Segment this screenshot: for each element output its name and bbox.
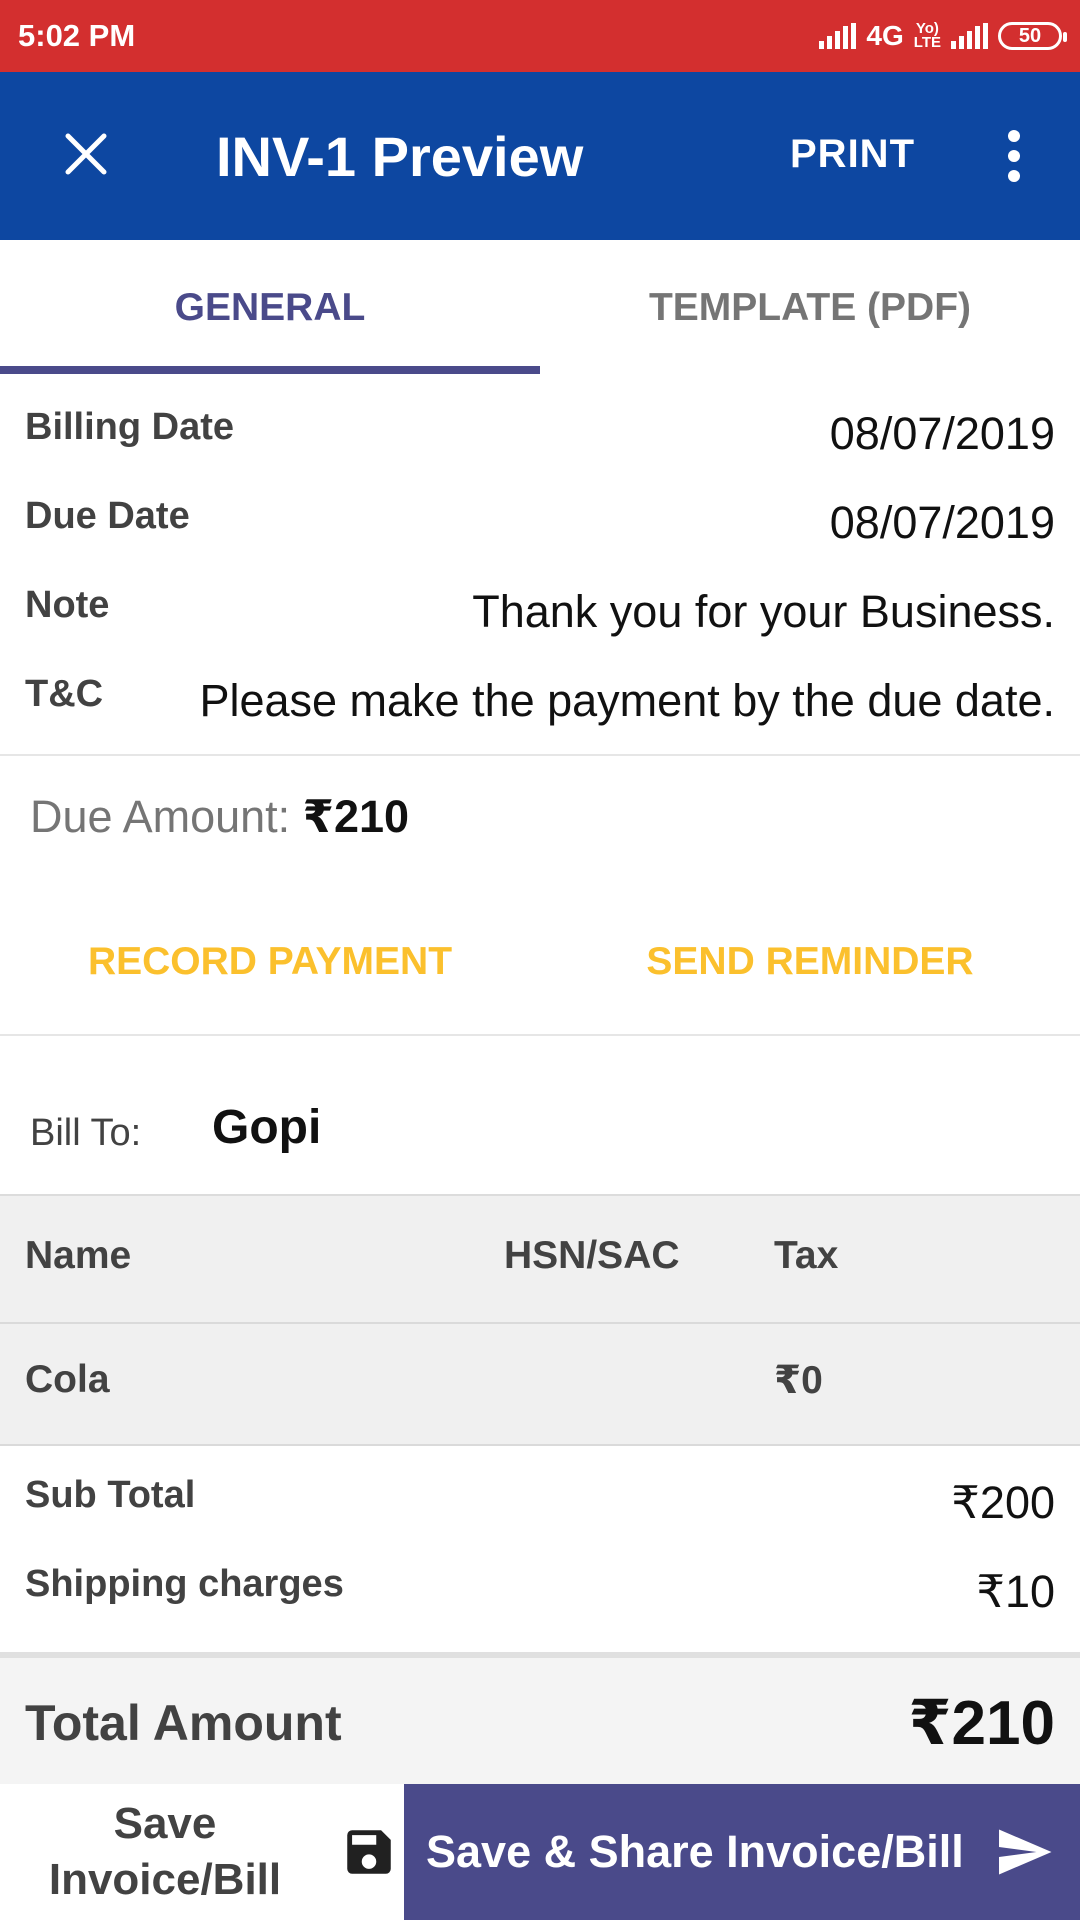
total-amount-label: Total Amount [25,1695,342,1751]
col-header-name: Name [25,1234,132,1277]
col-header-tax: Tax [774,1234,839,1277]
app-bar: INV-1 Preview PRINT [0,72,1080,240]
table-header-row: Name HSN/SAC Tax [0,1196,1080,1318]
divider [0,754,1080,756]
note-label: Note [25,584,110,626]
print-button[interactable]: PRINT [790,132,915,177]
status-time: 5:02 PM [18,18,136,53]
volte-icon: Yo) LTE [913,20,941,51]
status-indicators: 4G Yo) LTE 50 [819,20,1067,52]
save-share-invoice-button[interactable]: Save & Share Invoice/Bill [404,1784,1080,1920]
status-bar: 5:02 PM 4G Yo) LTE 50 [0,0,1080,72]
save-invoice-label: Save Invoice/Bill [48,1799,282,1904]
due-date-value: 08/07/2019 [829,497,1055,548]
save-invoice-button[interactable]: Save Invoice/Bill [0,1784,404,1920]
due-date-row: Due Date 08/07/2019 [0,475,1080,565]
send-reminder-button[interactable]: SEND REMINDER [540,930,1080,994]
close-icon [65,133,107,175]
billing-date-row: Billing Date 08/07/2019 [0,386,1080,476]
floppy-disk-icon [347,1830,391,1874]
subtotal-row: Sub Total ₹200 [0,1454,1080,1544]
signal-icon [819,23,857,49]
table-row[interactable]: Cola ₹0 [0,1320,1080,1442]
close-button[interactable] [50,118,122,190]
note-value: Thank you for your Business. [472,586,1055,637]
due-date-label: Due Date [25,495,190,537]
tc-label: T&C [25,673,104,715]
record-payment-button[interactable]: RECORD PAYMENT [0,930,540,994]
total-amount-bar: Total Amount ₹210 [0,1652,1080,1784]
tab-template-pdf[interactable]: TEMPLATE (PDF) [540,240,1080,376]
shipping-row: Shipping charges ₹10 [0,1543,1080,1633]
battery-level: 50 [1018,24,1042,47]
col-header-hsn: HSN/SAC [504,1234,680,1277]
save-share-label: Save & Share Invoice/Bill [426,1826,964,1877]
page-title: INV-1 Preview [216,125,584,188]
billing-date-label: Billing Date [25,406,235,448]
tab-indicator [0,366,540,374]
signal-icon-2 [951,23,988,49]
divider [0,1444,1080,1446]
due-amount-label: Due Amount: [30,791,291,842]
network-type: 4G [866,20,904,51]
tc-row: T&C Please make the payment by the due d… [0,653,1080,743]
bill-to-label: Bill To: [30,1112,142,1154]
tab-general[interactable]: GENERAL [0,240,540,376]
item-tax: ₹0 [774,1359,823,1402]
bill-to-name: Gopi [212,1101,322,1154]
divider [0,1034,1080,1036]
item-name: Cola [25,1358,110,1401]
subtotal-value: ₹200 [951,1477,1055,1528]
subtotal-label: Sub Total [25,1474,196,1516]
tab-bar: GENERAL TEMPLATE (PDF) [0,240,1080,376]
shipping-label: Shipping charges [25,1563,344,1605]
tc-value: Please make the payment by the due date. [199,675,1055,726]
billing-date-value: 08/07/2019 [829,408,1055,459]
shipping-value: ₹10 [976,1566,1055,1617]
battery-icon: 50 [998,22,1067,50]
total-amount-value: ₹210 [908,1689,1055,1758]
note-row: Note Thank you for your Business. [0,564,1080,654]
more-vert-icon[interactable] [990,128,1038,184]
items-table: Name HSN/SAC Tax Cola ₹0 [0,1196,1080,1444]
send-icon [999,1829,1052,1875]
due-amount-value: ₹210 [302,791,410,842]
due-amount: Due Amount: ₹210 [30,790,409,843]
